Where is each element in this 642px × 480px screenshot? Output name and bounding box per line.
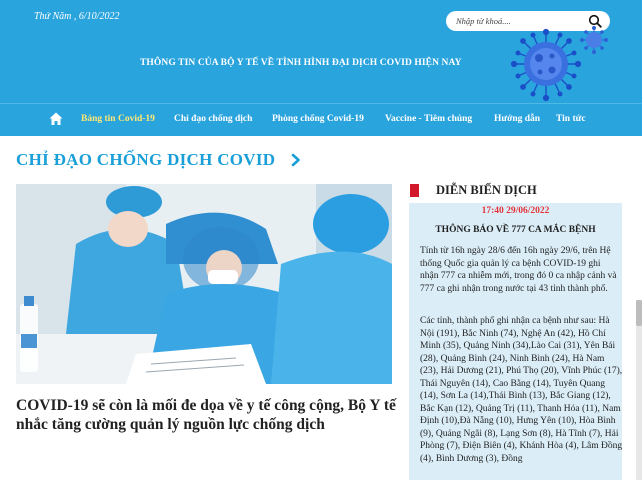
chevron-right-icon[interactable] xyxy=(291,153,301,167)
nav-item-epidemic-direction[interactable]: Chỉ đạo chống dịch xyxy=(174,114,252,124)
virus-graphic xyxy=(510,26,608,102)
current-date: Thứ Năm , 6/10/2022 xyxy=(34,11,120,22)
article-image[interactable] xyxy=(16,184,392,384)
site-header: Thứ Năm , 6/10/2022 THÔNG TIN CỦA BỘ Y T… xyxy=(0,0,642,103)
scrollbar-thumb[interactable] xyxy=(636,300,642,326)
sidebar-panel: 17:40 29/06/2022 THÔNG BÁO VỀ 777 CA MẮC… xyxy=(409,203,622,480)
nav-item-news[interactable]: Tin tức xyxy=(556,114,586,124)
banner-title: THÔNG TIN CỦA BỘ Y TẾ VỀ TÌNH HÌNH ĐẠI D… xyxy=(140,58,462,68)
notice-paragraph-summary: Tính từ 16h ngày 28/6 đến 16h ngày 29/6,… xyxy=(420,246,617,294)
main-nav: Bảng tin Covid-19 Chỉ đạo chống dịch Phò… xyxy=(0,103,642,136)
sidebar-title: DIỄN BIẾN DỊCH xyxy=(436,183,537,197)
sidebar-marker xyxy=(410,184,419,197)
home-icon[interactable] xyxy=(48,111,64,127)
nav-item-vaccine[interactable]: Vaccine - Tiêm chủng xyxy=(385,114,472,124)
notice-title[interactable]: THÔNG BÁO VỀ 777 CA MẮC BỆNH xyxy=(409,225,622,235)
scrollbar-track[interactable] xyxy=(636,300,642,480)
update-time: 17:40 29/06/2022 xyxy=(481,206,550,216)
article-headline[interactable]: COVID-19 sẽ còn là mối đe dọa về y tế cô… xyxy=(16,396,396,434)
nav-item-covid-news[interactable]: Bảng tin Covid-19 xyxy=(81,114,155,124)
notice-paragraph-provinces: Các tỉnh, thành phố ghi nhận ca bệnh như… xyxy=(420,316,622,464)
nav-item-covid-prevention[interactable]: Phòng chống Covid-19 xyxy=(272,114,364,124)
nav-item-guides[interactable]: Hướng dẫn xyxy=(494,114,540,124)
section-title[interactable]: CHỈ ĐẠO CHỐNG DỊCH COVID xyxy=(16,150,275,170)
